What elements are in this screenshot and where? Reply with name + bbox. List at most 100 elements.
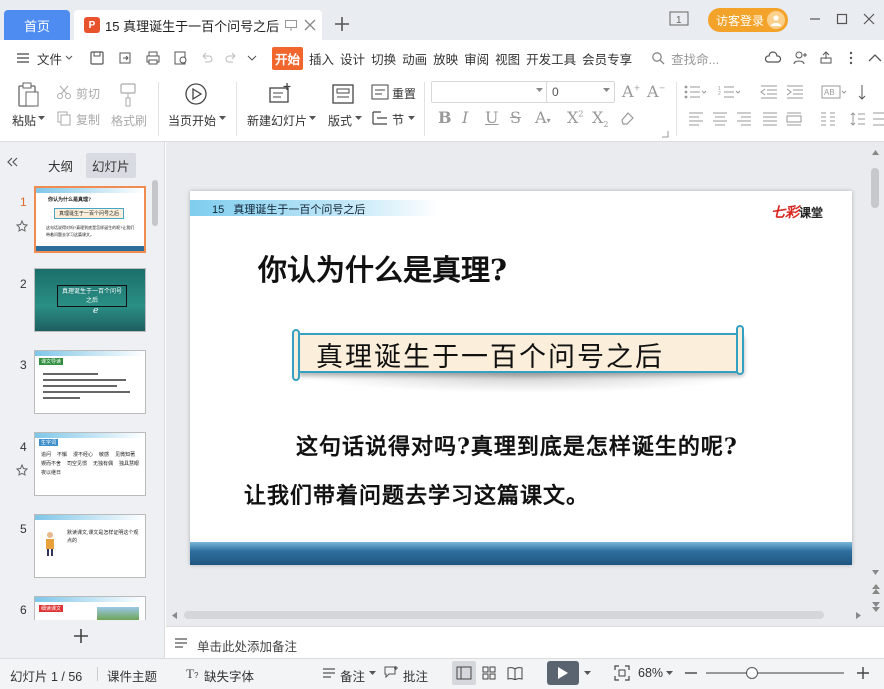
font-name-select[interactable] — [431, 81, 548, 103]
cut-button[interactable]: 剪切 — [76, 85, 100, 102]
italic-icon[interactable]: I — [462, 108, 468, 127]
comments-button[interactable]: 批注 — [403, 666, 428, 685]
subscript-icon[interactable]: X2 — [592, 108, 608, 129]
strikethrough-icon[interactable]: S — [510, 108, 521, 127]
play-slideshow-button[interactable] — [547, 661, 579, 685]
menu-tab-review[interactable]: 审阅 — [464, 49, 489, 68]
slide-thumbnail-2[interactable]: 真理诞生于一百个问号之后 ℯ — [34, 268, 146, 332]
scroll-left-icon[interactable] — [172, 612, 177, 619]
outline-tab[interactable]: 大纲 — [48, 156, 73, 175]
scissors-icon[interactable] — [56, 84, 72, 100]
font-dialog-launcher-icon[interactable] — [661, 130, 669, 138]
layout-icon[interactable] — [332, 83, 354, 105]
reset-button[interactable]: 重置 — [392, 85, 416, 102]
menu-tab-developer[interactable]: 开发工具 — [526, 49, 576, 68]
paste-icon[interactable] — [16, 82, 40, 108]
notes-placeholder[interactable]: 单击此处添加备注 — [197, 636, 297, 655]
screen-icon[interactable] — [284, 18, 298, 32]
reset-icon[interactable] — [371, 84, 389, 100]
zoom-slider-handle[interactable] — [746, 667, 758, 679]
slideshow-dropdown-icon[interactable] — [584, 671, 591, 676]
decrease-font-icon[interactable]: A− — [647, 82, 665, 101]
section-dropdown-icon[interactable] — [408, 116, 415, 121]
close-window-icon[interactable] — [862, 12, 876, 26]
format-painter-button[interactable]: 格式刷 — [111, 112, 147, 129]
line-spacing-icon[interactable] — [850, 112, 866, 126]
more-options-icon[interactable] — [848, 51, 854, 65]
theme-label[interactable]: 课件主题 — [107, 666, 157, 685]
previous-slide-icon[interactable] — [872, 584, 880, 594]
layout-button[interactable]: 版式 — [328, 112, 352, 129]
horizontal-scrollbar[interactable] — [184, 611, 824, 619]
numbered-list-icon[interactable]: 12 — [718, 85, 740, 99]
sort-icon[interactable] — [858, 84, 872, 100]
align-center-icon[interactable] — [712, 112, 728, 126]
zoom-slider[interactable] — [706, 667, 844, 679]
reading-view-icon[interactable] — [507, 666, 523, 680]
menu-tab-view[interactable]: 视图 — [495, 49, 520, 68]
maximize-icon[interactable] — [835, 12, 849, 26]
notes-toggle-icon[interactable] — [322, 667, 336, 679]
slide-thumbnail-6[interactable]: 细读课文 — [34, 596, 146, 620]
normal-view-icon[interactable] — [452, 661, 476, 685]
zoom-level[interactable]: 68% — [638, 666, 663, 680]
minimize-icon[interactable] — [808, 12, 822, 26]
slide-thumbnail-4[interactable]: 生字词 追问 不懈 漫不经心 敏感 见微知著 锲而不舍 司空见惯 无独有偶 独具… — [34, 432, 146, 496]
zoom-dropdown-icon[interactable] — [666, 671, 673, 676]
underline-icon[interactable]: U — [485, 108, 498, 127]
copy-icon[interactable] — [56, 110, 72, 126]
tab-list-icon[interactable]: 1 — [669, 11, 689, 27]
text-direction-icon[interactable]: AB — [821, 85, 847, 99]
fit-to-window-icon[interactable] — [614, 665, 630, 681]
section-icon[interactable] — [371, 110, 389, 126]
slide-thumbnail-5[interactable]: 默读课文,课文是怎样证明这个观点的 — [34, 514, 146, 578]
undo-icon[interactable] — [199, 50, 215, 66]
align-left-icon[interactable] — [688, 112, 704, 126]
increase-font-icon[interactable]: A+ — [622, 82, 640, 101]
search-icon[interactable] — [651, 51, 665, 65]
menu-tab-member[interactable]: 会员专享 — [582, 49, 632, 68]
font-size-select[interactable]: 0 — [546, 81, 615, 103]
hamburger-icon[interactable] — [16, 52, 30, 64]
document-tab[interactable]: P 15 真理诞生于一百个问号之后 — [74, 10, 322, 40]
add-slide-icon[interactable] — [73, 628, 89, 644]
distribute-icon[interactable] — [786, 112, 802, 126]
slides-tab[interactable]: 幻灯片 — [86, 153, 136, 178]
vertical-scrollbar[interactable] — [871, 168, 879, 208]
menu-tab-slideshow[interactable]: 放映 — [433, 49, 458, 68]
file-dropdown-icon[interactable] — [65, 55, 73, 61]
section-button[interactable]: 节 — [392, 111, 404, 128]
notes-dropdown-icon[interactable] — [369, 671, 376, 676]
menu-tab-start[interactable]: 开始 — [272, 46, 304, 70]
thumbnail-scrollbar[interactable] — [152, 180, 158, 226]
cloud-sync-icon[interactable] — [764, 50, 782, 66]
layout-dropdown-icon[interactable] — [355, 116, 362, 121]
save-icon[interactable] — [89, 50, 105, 66]
menu-tab-insert[interactable]: 插入 — [309, 49, 334, 68]
slide-sorter-icon[interactable] — [482, 666, 496, 680]
next-slide-icon[interactable] — [872, 602, 880, 612]
zoom-in-icon[interactable] — [856, 666, 870, 680]
share-icon[interactable] — [818, 50, 834, 66]
menu-tab-design[interactable]: 设计 — [340, 49, 365, 68]
print-icon[interactable] — [145, 50, 161, 66]
collapse-panel-icon[interactable] — [6, 157, 18, 167]
command-search-input[interactable]: 查找命... — [671, 49, 719, 68]
decrease-indent-icon[interactable] — [760, 85, 778, 99]
notes-toggle-button[interactable]: 备注 — [340, 666, 365, 685]
redo-icon[interactable] — [223, 50, 239, 66]
clear-format-icon[interactable] — [619, 110, 635, 126]
home-tab[interactable]: 首页 — [4, 10, 70, 40]
play-from-current-icon[interactable] — [184, 82, 208, 106]
visitor-login-button[interactable]: 访客登录 — [708, 8, 788, 32]
format-painter-icon[interactable] — [118, 82, 138, 108]
menu-tab-animation[interactable]: 动画 — [402, 49, 427, 68]
paste-dropdown-icon[interactable] — [38, 116, 45, 121]
comment-icon[interactable] — [383, 665, 399, 681]
slide-thumbnail-1[interactable]: 你认为什么是真理? 真理诞生于一百个问号之后 这句话说得对吗?真理到底是怎样诞生… — [34, 186, 146, 253]
scroll-right-icon[interactable] — [856, 612, 861, 619]
play-dropdown-icon[interactable] — [219, 116, 226, 121]
superscript-icon[interactable]: X2 — [567, 108, 583, 127]
paragraph-spacing-icon[interactable] — [872, 112, 884, 126]
slide-canvas[interactable]: 15 真理诞生于一百个问号之后 七彩课堂 你认为什么是真理? 真理诞生于一百个问… — [190, 191, 852, 565]
